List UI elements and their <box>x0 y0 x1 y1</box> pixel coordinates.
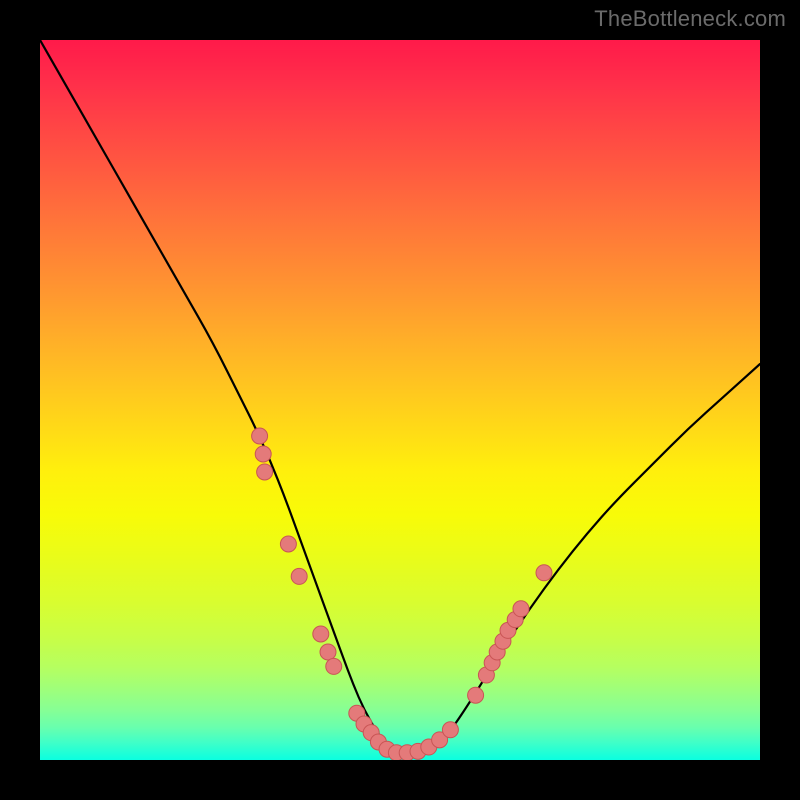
curve-marker <box>252 428 268 444</box>
curve-marker <box>280 536 296 552</box>
curve-marker <box>257 464 273 480</box>
curve-marker <box>536 565 552 581</box>
curve-markers <box>252 428 552 760</box>
curve-marker <box>468 687 484 703</box>
watermark-text: TheBottleneck.com <box>594 6 786 32</box>
curve-marker <box>320 644 336 660</box>
chart-stage: TheBottleneck.com <box>0 0 800 800</box>
curve-marker <box>255 446 271 462</box>
plot-area <box>40 40 760 760</box>
curve-marker <box>326 658 342 674</box>
curve-marker <box>291 568 307 584</box>
chart-svg <box>40 40 760 760</box>
curve-marker <box>442 722 458 738</box>
bottleneck-curve <box>40 40 760 756</box>
curve-marker <box>513 601 529 617</box>
curve-marker <box>313 626 329 642</box>
